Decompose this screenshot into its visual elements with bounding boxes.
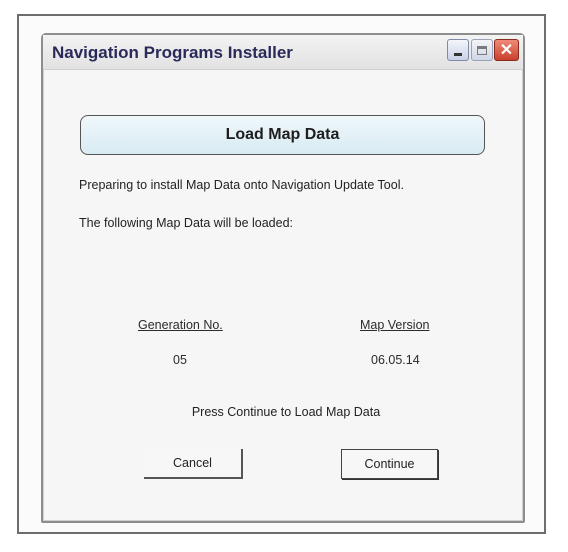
continue-button[interactable]: Continue	[341, 449, 438, 479]
close-icon: ✕	[499, 42, 514, 59]
title-bar[interactable]: Navigation Programs Installer ✕	[43, 35, 523, 70]
banner-title: Load Map Data	[225, 126, 340, 143]
installer-window: Navigation Programs Installer ✕ Load Map…	[41, 33, 525, 523]
generation-header: Generation No.	[138, 318, 223, 332]
close-button[interactable]: ✕	[494, 39, 519, 61]
minimize-button[interactable]	[447, 39, 469, 61]
minimize-icon	[454, 52, 462, 56]
window-title: Navigation Programs Installer	[52, 43, 293, 62]
map-version-value: 06.05.14	[371, 353, 420, 367]
instruction-text: Press Continue to Load Map Data	[191, 405, 381, 419]
following-message: The following Map Data will be loaded:	[79, 216, 294, 230]
cancel-button[interactable]: Cancel	[144, 449, 243, 479]
preparing-message: Preparing to install Map Data onto Navig…	[79, 178, 404, 192]
generation-value: 05	[173, 353, 187, 367]
map-version-header: Map Version	[360, 318, 430, 332]
maximize-icon	[477, 45, 487, 55]
section-banner: Load Map Data	[80, 115, 485, 155]
maximize-button[interactable]	[471, 39, 493, 61]
